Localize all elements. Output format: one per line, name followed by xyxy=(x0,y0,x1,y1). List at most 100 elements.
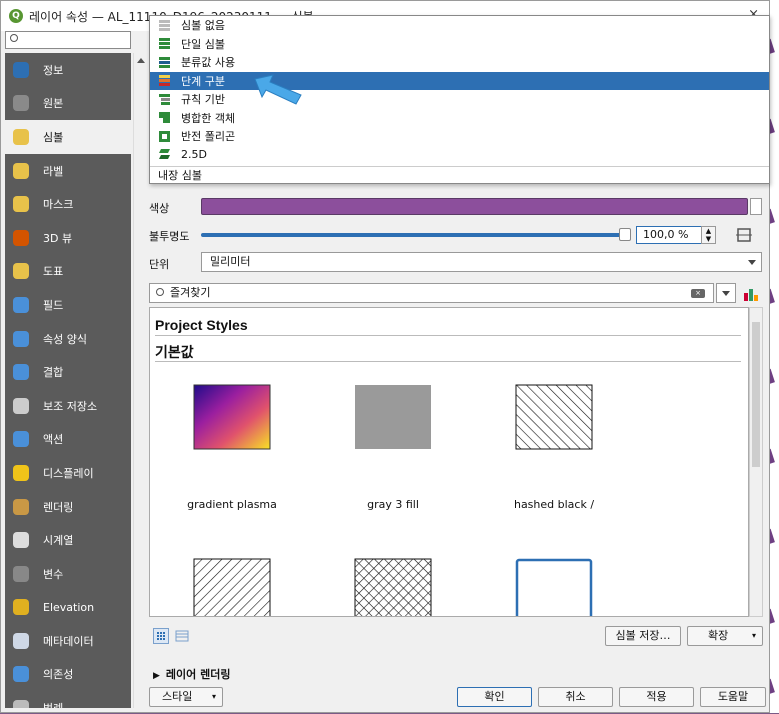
sidebar-item[interactable]: Elevation xyxy=(5,591,131,625)
rendering-icon xyxy=(9,495,33,519)
no-symbol-icon xyxy=(159,19,170,31)
sidebar-item-label: 속성 양식 xyxy=(43,332,87,346)
cancel-button[interactable]: 취소 xyxy=(538,687,613,707)
source-icon xyxy=(9,91,33,115)
sidebar-item[interactable]: 결합 xyxy=(5,355,131,389)
layer-rendering-label: 레이어 렌더링 xyxy=(165,668,231,681)
menu-item-categorized[interactable]: 분류값 사용 xyxy=(150,53,769,72)
sidebar-item[interactable]: 액션 xyxy=(5,423,131,457)
menu-item-graduated[interactable]: 단계 구분 xyxy=(150,71,769,90)
menu-item-label: 규칙 기반 xyxy=(181,93,225,107)
save-symbol-button[interactable]: 심볼 저장… xyxy=(605,626,681,646)
sidebar-item-label: 도표 xyxy=(43,265,64,279)
sidebar-item[interactable]: 의존성 xyxy=(5,658,131,692)
menu-item-label: 반전 폴리곤 xyxy=(181,130,236,144)
sidebar-item[interactable]: 시계열 xyxy=(5,523,131,557)
hashed-black-swatch[interactable] xyxy=(515,384,593,450)
pointer-arrow-icon xyxy=(254,74,302,105)
menu-item-2-5d[interactable]: 2.5D xyxy=(150,146,769,165)
menu-item-merged-features[interactable]: 병합한 객체 xyxy=(150,109,769,128)
auxiliary-storage-icon xyxy=(9,394,33,418)
icon-view-icon[interactable] xyxy=(153,628,169,644)
menu-item-embedded-symbols[interactable]: 내장 심볼 xyxy=(150,166,769,185)
sidebar-item-label: 변수 xyxy=(43,567,64,581)
opacity-slider-track[interactable] xyxy=(201,233,621,237)
hashed-black-backslash-swatch[interactable] xyxy=(193,558,271,617)
attributes-form-icon xyxy=(9,327,33,351)
dependencies-icon xyxy=(9,662,33,686)
data-defined-override-icon[interactable] xyxy=(735,226,755,244)
apply-button[interactable]: 적용 xyxy=(619,687,694,707)
qgis-icon: Q xyxy=(9,9,23,23)
mask-icon xyxy=(9,192,33,216)
advanced-button[interactable]: 확장 ▾ xyxy=(687,626,763,646)
list-view-icon[interactable] xyxy=(174,628,190,644)
sidebar-item[interactable]: 마스크 xyxy=(5,187,131,221)
sidebar-item-label: 메타데이터 xyxy=(43,634,94,648)
gradient-plasma-swatch[interactable] xyxy=(193,384,271,450)
menu-item-label: 병합한 객체 xyxy=(181,111,236,125)
ok-button[interactable]: 확인 xyxy=(457,687,532,707)
sidebar-item[interactable]: 라벨 xyxy=(5,154,131,188)
sidebar-item[interactable]: 도표 xyxy=(5,255,131,289)
sidebar-search-input[interactable] xyxy=(5,31,131,49)
sidebar-item[interactable]: 렌더링 xyxy=(5,490,131,524)
help-button[interactable]: 도움말 xyxy=(700,687,766,707)
favorites-filter-dropdown[interactable] xyxy=(716,283,736,303)
sidebar-item-label: 렌더링 xyxy=(43,500,74,514)
color-dropdown-button[interactable] xyxy=(750,198,762,215)
clear-icon[interactable]: × xyxy=(691,289,705,298)
sidebar-item[interactable]: 디스플레이 xyxy=(5,456,131,490)
favorites-search-input[interactable]: 즐겨찾기 × xyxy=(149,283,714,303)
symbol-label: gray 3 fill xyxy=(367,498,419,511)
layer-rendering-toggle[interactable]: ▶ 레이어 렌더링 xyxy=(153,666,230,682)
color-label: 색상 xyxy=(149,202,170,215)
sidebar: 정보원본심볼 라벨마스크 3D 뷰도표필드속성 양식결합보조 저장소액션디스플레이렌… xyxy=(5,31,149,714)
menu-item-rule-based[interactable]: 규칙 기반 xyxy=(150,90,769,109)
sidebar-item[interactable]: 메타데이터 xyxy=(5,624,131,658)
menu-item-label: 2.5D xyxy=(181,148,207,162)
sidebar-item[interactable]: 심볼 xyxy=(5,120,131,154)
menu-item-label: 분류값 사용 xyxy=(181,56,236,70)
group-project-styles: Project Styles xyxy=(155,317,248,333)
style-button[interactable]: 스타일 ▾ xyxy=(149,687,223,707)
symbol-gallery[interactable]: Project Styles 기본값 gradient plasma gray … xyxy=(149,307,749,617)
hashed-black-cross-swatch[interactable] xyxy=(354,558,432,617)
sidebar-item-label: 디스플레이 xyxy=(43,466,94,480)
gallery-scrollbar[interactable] xyxy=(749,307,763,617)
outline-blue-swatch[interactable] xyxy=(515,558,593,617)
sidebar-item[interactable]: 3D 뷰 xyxy=(5,221,131,255)
search-icon xyxy=(156,288,164,296)
gray-3-fill-swatch[interactable] xyxy=(354,384,432,450)
style-manager-icon[interactable] xyxy=(742,285,760,303)
inverted-polygon-icon xyxy=(159,130,170,142)
search-icon xyxy=(10,34,18,42)
sidebar-item-label: 범례 xyxy=(43,700,63,708)
sidebar-item-label: 의존성 xyxy=(43,668,74,682)
opacity-spin-arrows[interactable]: ▲ ▼ xyxy=(701,226,716,244)
menu-item-no-symbols[interactable]: 심볼 없음 xyxy=(150,16,769,35)
sidebar-item[interactable]: 필드 xyxy=(5,288,131,322)
menu-item-single-symbol[interactable]: 단일 심볼 xyxy=(150,35,769,54)
color-button[interactable] xyxy=(201,198,748,215)
temporal-icon xyxy=(9,528,33,552)
sidebar-item[interactable]: 정보 xyxy=(5,53,131,87)
variables-icon xyxy=(9,562,33,586)
sidebar-item-label: 액션 xyxy=(43,433,64,447)
2-5d-icon xyxy=(159,149,170,160)
opacity-slider-handle[interactable] xyxy=(619,228,631,241)
sidebar-item[interactable]: 보조 저장소 xyxy=(5,389,131,423)
sidebar-item-label: 마스크 xyxy=(43,198,74,212)
sidebar-item[interactable]: 변수 xyxy=(5,557,131,591)
sidebar-scrollbar[interactable] xyxy=(133,53,147,708)
menu-item-inverted-polygons[interactable]: 반전 폴리곤 xyxy=(150,127,769,146)
expand-arrow-icon: ▶ xyxy=(153,671,160,681)
sidebar-item[interactable]: 속성 양식 xyxy=(5,322,131,356)
sidebar-item[interactable]: 원본 xyxy=(5,87,131,121)
sidebar-item-label: 결합 xyxy=(43,366,64,380)
sidebar-item[interactable]: 범례 xyxy=(5,691,131,708)
actions-icon xyxy=(9,427,33,451)
sidebar-item-label: 원본 xyxy=(43,97,64,111)
single-symbol-icon xyxy=(159,38,170,50)
unit-combo[interactable]: 밀리미터 xyxy=(201,252,762,272)
